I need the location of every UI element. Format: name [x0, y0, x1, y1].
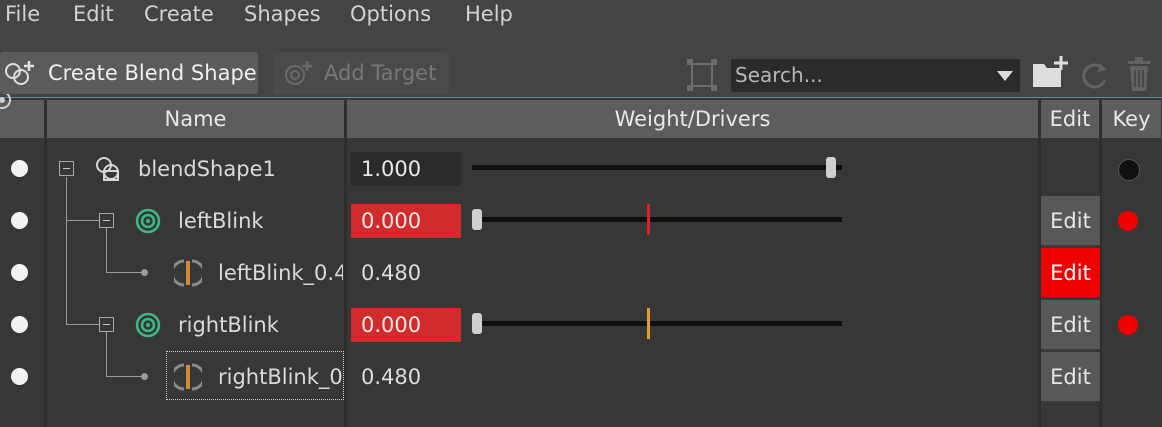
- tree-line: [106, 228, 107, 273]
- visibility-toggle[interactable]: [11, 264, 28, 281]
- slider-handle[interactable]: [826, 157, 836, 178]
- create-blend-shape-label: Create Blend Shape: [48, 61, 257, 85]
- visibility-toggle[interactable]: [11, 316, 28, 333]
- tree-node-dot: [141, 269, 148, 276]
- refresh-icon[interactable]: [1080, 60, 1110, 92]
- blend-shape-node-icon: [96, 157, 119, 181]
- weight-slider-leftblink[interactable]: [472, 217, 842, 222]
- name-column-header[interactable]: Name: [47, 100, 345, 138]
- tree-line: [106, 332, 107, 377]
- in-between-marker: [647, 204, 650, 235]
- slider-handle[interactable]: [472, 313, 482, 334]
- column-divider: [44, 100, 47, 427]
- weight-field-blendshape1[interactable]: 1.000: [351, 152, 461, 186]
- weight-column-header[interactable]: Weight/Drivers: [347, 100, 1039, 138]
- in-between-marker: [647, 308, 650, 339]
- row-name-blendshape1[interactable]: blendShape1: [138, 156, 276, 182]
- search-field[interactable]: [731, 59, 1020, 92]
- frame-selection-icon[interactable]: [686, 57, 718, 93]
- visibility-toggle[interactable]: [11, 212, 28, 229]
- menu-file[interactable]: File: [5, 0, 40, 30]
- weight-value-leftblink-inbetween: 0.480: [361, 261, 422, 285]
- edit-button-leftblink-inbetween[interactable]: Edit: [1041, 248, 1100, 298]
- target-icon: [135, 312, 161, 338]
- add-target-label: Add Target: [324, 61, 437, 85]
- target-icon: [135, 208, 161, 234]
- blend-shape-table: Name Weight/Drivers Edit Key blendShape1…: [0, 94, 1162, 427]
- row-name-rightblink-inbetween[interactable]: rightBlink_0: [218, 364, 343, 390]
- create-blend-shape-icon: [5, 61, 34, 85]
- collapse-toggle[interactable]: [99, 213, 114, 228]
- key-toggle-rightblink[interactable]: [1118, 315, 1138, 335]
- edit-button-leftblink[interactable]: Edit: [1041, 196, 1100, 246]
- collapse-toggle[interactable]: [99, 317, 114, 332]
- tree-line: [66, 220, 99, 221]
- visibility-toggle[interactable]: [11, 368, 28, 385]
- weight-value-rightblink-inbetween: 0.480: [361, 365, 422, 389]
- in-between-target-icon: [174, 259, 202, 287]
- new-folder-icon[interactable]: [1031, 54, 1069, 90]
- key-toggle-blendshape1[interactable]: [1118, 159, 1140, 181]
- chevron-down-icon[interactable]: [996, 69, 1014, 83]
- key-column-header[interactable]: Key: [1102, 100, 1162, 138]
- create-blend-shape-button[interactable]: Create Blend Shape: [0, 52, 258, 94]
- edit-button-rightblink[interactable]: Edit: [1041, 300, 1100, 350]
- tree-line: [66, 324, 99, 325]
- visibility-column-header[interactable]: [0, 94, 45, 138]
- add-target-icon: [285, 61, 312, 85]
- trash-icon[interactable]: [1125, 57, 1155, 93]
- tree-node-dot: [141, 373, 148, 380]
- add-target-button[interactable]: Add Target: [273, 52, 449, 94]
- edit-column-header[interactable]: Edit: [1041, 100, 1100, 138]
- menu-help[interactable]: Help: [465, 0, 513, 30]
- menu-shapes[interactable]: Shapes: [244, 0, 321, 30]
- key-toggle-leftblink[interactable]: [1118, 211, 1138, 231]
- tree-line: [106, 376, 144, 377]
- weight-slider-blendshape1[interactable]: [472, 165, 842, 170]
- column-divider: [344, 100, 347, 427]
- visibility-toggle[interactable]: [11, 160, 28, 177]
- row-name-rightblink[interactable]: rightBlink: [178, 312, 279, 338]
- collapse-toggle[interactable]: [59, 161, 74, 176]
- row-name-leftblink[interactable]: leftBlink: [178, 208, 264, 234]
- menu-edit[interactable]: Edit: [73, 0, 114, 30]
- row-name-leftblink-inbetween[interactable]: leftBlink_0.4: [218, 260, 343, 286]
- tree-line: [106, 272, 144, 273]
- menu-create[interactable]: Create: [144, 0, 214, 30]
- edit-button-rightblink-inbetween[interactable]: Edit: [1041, 352, 1100, 402]
- visibility-icon: [0, 94, 11, 109]
- weight-field-leftblink[interactable]: 0.000: [351, 204, 461, 238]
- menu-bar: File Edit Create Shapes Options Help: [0, 0, 1162, 30]
- tree-line: [66, 177, 67, 324]
- weight-slider-rightblink[interactable]: [472, 321, 842, 326]
- menu-options[interactable]: Options: [350, 0, 431, 30]
- slider-handle[interactable]: [472, 209, 482, 230]
- weight-field-rightblink[interactable]: 0.000: [351, 308, 461, 342]
- search-input[interactable]: [735, 61, 985, 89]
